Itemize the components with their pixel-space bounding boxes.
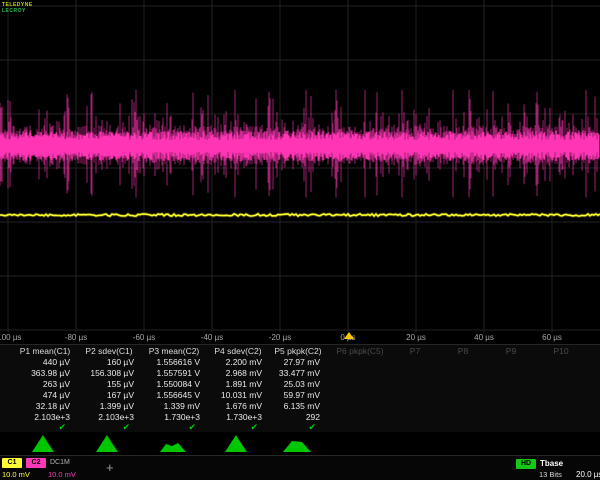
parameter-value: 2.200 mV: [208, 357, 262, 367]
parameter-value: 1.730e+3: [142, 412, 200, 422]
time-axis-tick: -40 µs: [201, 333, 223, 342]
time-axis-tick: 20 µs: [406, 333, 426, 342]
c2-scale-label: 10.0 mV: [48, 470, 76, 479]
parameter-value: 59.97 mV: [270, 390, 320, 400]
time-axis-tick: -80 µs: [65, 333, 87, 342]
histicon-p5[interactable]: [283, 441, 311, 452]
time-axis-tick: -60 µs: [133, 333, 155, 342]
parameter-value: 474 µV: [14, 390, 70, 400]
channel-c2-button[interactable]: C2: [26, 458, 46, 468]
parameter-value: 363.98 µV: [14, 368, 70, 378]
parameter-header[interactable]: P2 sdev(C1): [78, 346, 140, 356]
parameter-header[interactable]: P4 sdev(C2): [208, 346, 268, 356]
c1-scale-label: 10.0 mV: [2, 470, 30, 479]
histicon-strip[interactable]: [0, 431, 600, 454]
waveform-plot-area[interactable]: [0, 0, 600, 332]
parameter-value: 160 µV: [78, 357, 134, 367]
parameter-value: 10.031 mV: [208, 390, 262, 400]
parameter-value: 1.557591 V: [142, 368, 200, 378]
parameter-header[interactable]: P6 pkpk(C5): [330, 346, 390, 356]
hd-mode-badge: HD: [516, 459, 536, 469]
timebase-bits-label: 13 Bits: [539, 470, 562, 479]
parameter-value: 33.477 mV: [270, 368, 320, 378]
histicon-p2[interactable]: [96, 435, 118, 452]
parameter-value: 2.968 mV: [208, 368, 262, 378]
parameter-value: 32.18 µV: [14, 401, 70, 411]
time-axis-tick: -100 µs: [0, 333, 21, 342]
parameter-value: 1.556645 V: [142, 390, 200, 400]
trigger-time-marker[interactable]: [344, 332, 354, 339]
histicon-p1[interactable]: [32, 435, 54, 452]
parameter-header[interactable]: P7: [392, 346, 438, 356]
histicon-p3[interactable]: [160, 443, 186, 452]
parameter-value: 1.891 mV: [208, 379, 262, 389]
measurement-table: P1 mean(C1)P2 sdev(C1)P3 mean(C2)P4 sdev…: [0, 344, 600, 432]
parameter-header[interactable]: P3 mean(C2): [142, 346, 206, 356]
channel-c1-button[interactable]: C1: [2, 458, 22, 468]
parameter-value: 2.103e+3: [78, 412, 134, 422]
parameter-value: 6.135 mV: [270, 401, 320, 411]
timebase-scale-label: 20.0 µs/div: [576, 470, 600, 479]
parameter-value: 263 µV: [14, 379, 70, 389]
c2-waveform-core: [0, 131, 599, 161]
time-axis-tick: 40 µs: [474, 333, 494, 342]
vendor-logo: TELEDYNE LECROY: [2, 2, 33, 14]
parameter-value: 155 µV: [78, 379, 134, 389]
parameter-value: 25.03 mV: [270, 379, 320, 389]
time-axis-tick: 60 µs: [542, 333, 562, 342]
parameter-value: 292: [270, 412, 320, 422]
oscilloscope-screen: TELEDYNE LECROY -100 µs -80 µs -60 µs -40 µ…: [0, 0, 600, 480]
parameter-header[interactable]: P8: [440, 346, 486, 356]
descriptor-bar: C1 C2 DC1M 10.0 mV 10.0 mV + HD Tbase 13…: [0, 455, 600, 480]
time-axis-tick: -20 µs: [269, 333, 291, 342]
parameter-value: 27.97 mV: [270, 357, 320, 367]
parameter-header[interactable]: P5 pkpk(C2): [270, 346, 326, 356]
add-trace-button[interactable]: +: [106, 460, 114, 475]
parameter-value: 1.556616 V: [142, 357, 200, 367]
c2-coupling-label: DC1M: [50, 459, 70, 466]
parameter-value: 1.730e+3: [208, 412, 262, 422]
parameter-header[interactable]: P1 mean(C1): [14, 346, 76, 356]
parameter-value: 440 µV: [14, 357, 70, 367]
vendor-logo-line2: LECROY: [2, 8, 33, 14]
parameter-value: 2.103e+3: [14, 412, 70, 422]
parameter-value: 1.339 mV: [142, 401, 200, 411]
parameter-value: 156.308 µV: [78, 368, 134, 378]
parameter-value: 167 µV: [78, 390, 134, 400]
parameter-value: 1.550084 V: [142, 379, 200, 389]
parameter-header[interactable]: P10: [536, 346, 586, 356]
timebase-axis: -100 µs-80 µs-60 µs-40 µs-20 µs0 µs20 µs…: [0, 332, 600, 343]
parameter-header[interactable]: P9: [488, 346, 534, 356]
parameter-value: 1.676 mV: [208, 401, 262, 411]
timebase-button[interactable]: Tbase: [540, 459, 563, 468]
parameter-value: 1.399 µV: [78, 401, 134, 411]
histicon-p4[interactable]: [225, 435, 247, 452]
